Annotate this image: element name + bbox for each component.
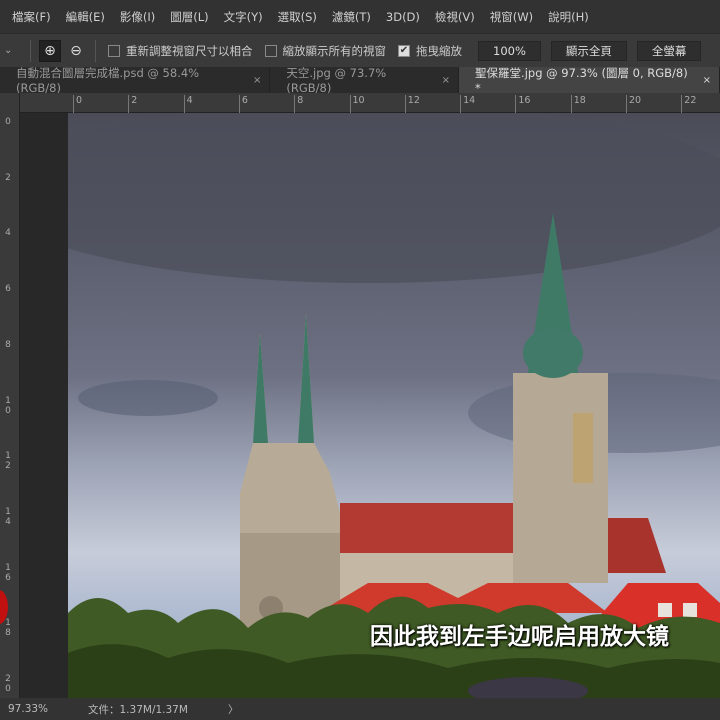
scrubby-zoom-label: 拖曳縮放 [416,43,462,58]
cathedral-photo [68,113,720,698]
zoom-all-windows-label: 縮放顯示所有的視窗 [282,43,387,58]
zoom-all-windows-checkbox[interactable] [264,44,277,57]
pasteboard [21,113,68,698]
ruler-label: 14 [460,95,475,113]
ruler-label: 22 [681,95,696,113]
ruler-label: 1 8 [5,618,11,639]
menu-item[interactable]: 編輯(E) [66,9,105,25]
fit-screen-button[interactable]: 顯示全頁 [550,40,627,61]
fill-screen-button[interactable]: 全螢幕 [636,40,702,61]
close-icon[interactable]: × [253,75,261,86]
document-tab[interactable]: 天空.jpg @ 73.7% (RGB/8) × [270,66,460,95]
ruler-label: 1 6 [5,562,11,583]
tool-preset-dropdown[interactable]: ⌄ [0,45,22,56]
ruler-label: 8 [294,95,303,113]
ruler-label: 6 [238,95,248,113]
horizontal-ruler[interactable]: 0 2 4 6 8 10 12 14 16 18 20 22 [20,93,720,113]
ruler-label: 1 4 [5,506,11,527]
menu-item[interactable]: 視窗(W) [490,9,533,25]
ruler-label: 12 [404,95,420,113]
menu-item[interactable]: 文字(Y) [224,9,263,25]
canvas-image[interactable] [68,113,720,698]
menu-item[interactable]: 檔案(F) [12,9,51,25]
ruler-label: 20 [626,95,641,113]
resize-windows-label: 重新調整視窗尺寸以相合 [126,43,253,58]
menu-item[interactable]: 說明(H) [548,9,589,25]
tab-label: 天空.jpg @ 73.7% (RGB/8) [286,66,387,95]
ruler-label: 2 0 [5,674,11,694]
ruler-label: 0 [5,117,11,127]
tab-label: 聖保羅堂.jpg @ 97.3% (圖層 0, RGB/8) * [475,66,688,95]
ruler-label: 16 [515,95,530,113]
menu-item[interactable]: 3D(D) [386,10,420,24]
zoom-level[interactable]: 97.33% [8,703,88,715]
video-subtitle: 因此我到左手边呢启用放大镜 [370,624,669,650]
ruler-label: 10 [349,95,365,113]
ruler-label: 0 [73,95,82,113]
status-bar: 97.33% 文件：1.37M/1.37M 〉 [0,698,720,720]
zoom-in-icon[interactable]: ⊕ [39,39,61,62]
document-tab[interactable]: 聖保羅堂.jpg @ 97.3% (圖層 0, RGB/8) * × [459,66,720,95]
menu-item[interactable]: 選取(S) [278,9,317,25]
close-icon[interactable]: × [442,75,450,86]
menu-bar: 檔案(F) 編輯(E) 影像(I) 圖層(L) 文字(Y) 選取(S) 濾鏡(T) 3D(D)… [0,0,720,33]
ruler-label: 8 [5,339,11,350]
document-tabs: 自動混合圖層完成檔.psd @ 58.4% (RGB/8) × 天空.jpg @ 7… [0,66,720,95]
ruler-label: 1 2 [5,451,11,472]
zoom-out-icon[interactable]: ⊖ [65,40,87,62]
scrubby-zoom-checkbox[interactable]: ✔ [398,44,410,57]
ruler-label: 2 [128,95,137,113]
ruler-label: 1 0 [5,395,11,416]
options-bar: ⌄ ⊕ ⊖ 重新調整視窗尺寸以相合 縮放顯示所有的視窗 ✔ 拖曳縮放 100% … [0,33,720,67]
zoom-100-button[interactable]: 100% [478,40,541,61]
ruler-label: 18 [570,95,586,113]
ruler-label: 6 [5,284,11,295]
menu-item[interactable]: 濾鏡(T) [332,9,371,25]
ruler-label: 4 [5,228,11,239]
status-menu-arrow[interactable]: 〉 [228,702,239,717]
document-tab[interactable]: 自動混合圖層完成檔.psd @ 58.4% (RGB/8) × [0,66,271,95]
menu-item[interactable]: 圖層(L) [170,9,208,25]
close-icon[interactable]: × [703,75,711,86]
ruler-label: 2 [5,172,11,183]
ruler-label: 4 [183,95,193,113]
menu-item[interactable]: 影像(I) [120,9,155,25]
document-size: 文件：1.37M/1.37M [88,703,188,716]
resize-windows-checkbox[interactable] [108,44,120,57]
menu-item[interactable]: 檢視(V) [435,9,475,25]
tab-label: 自動混合圖層完成檔.psd @ 58.4% (RGB/8) [16,66,200,95]
